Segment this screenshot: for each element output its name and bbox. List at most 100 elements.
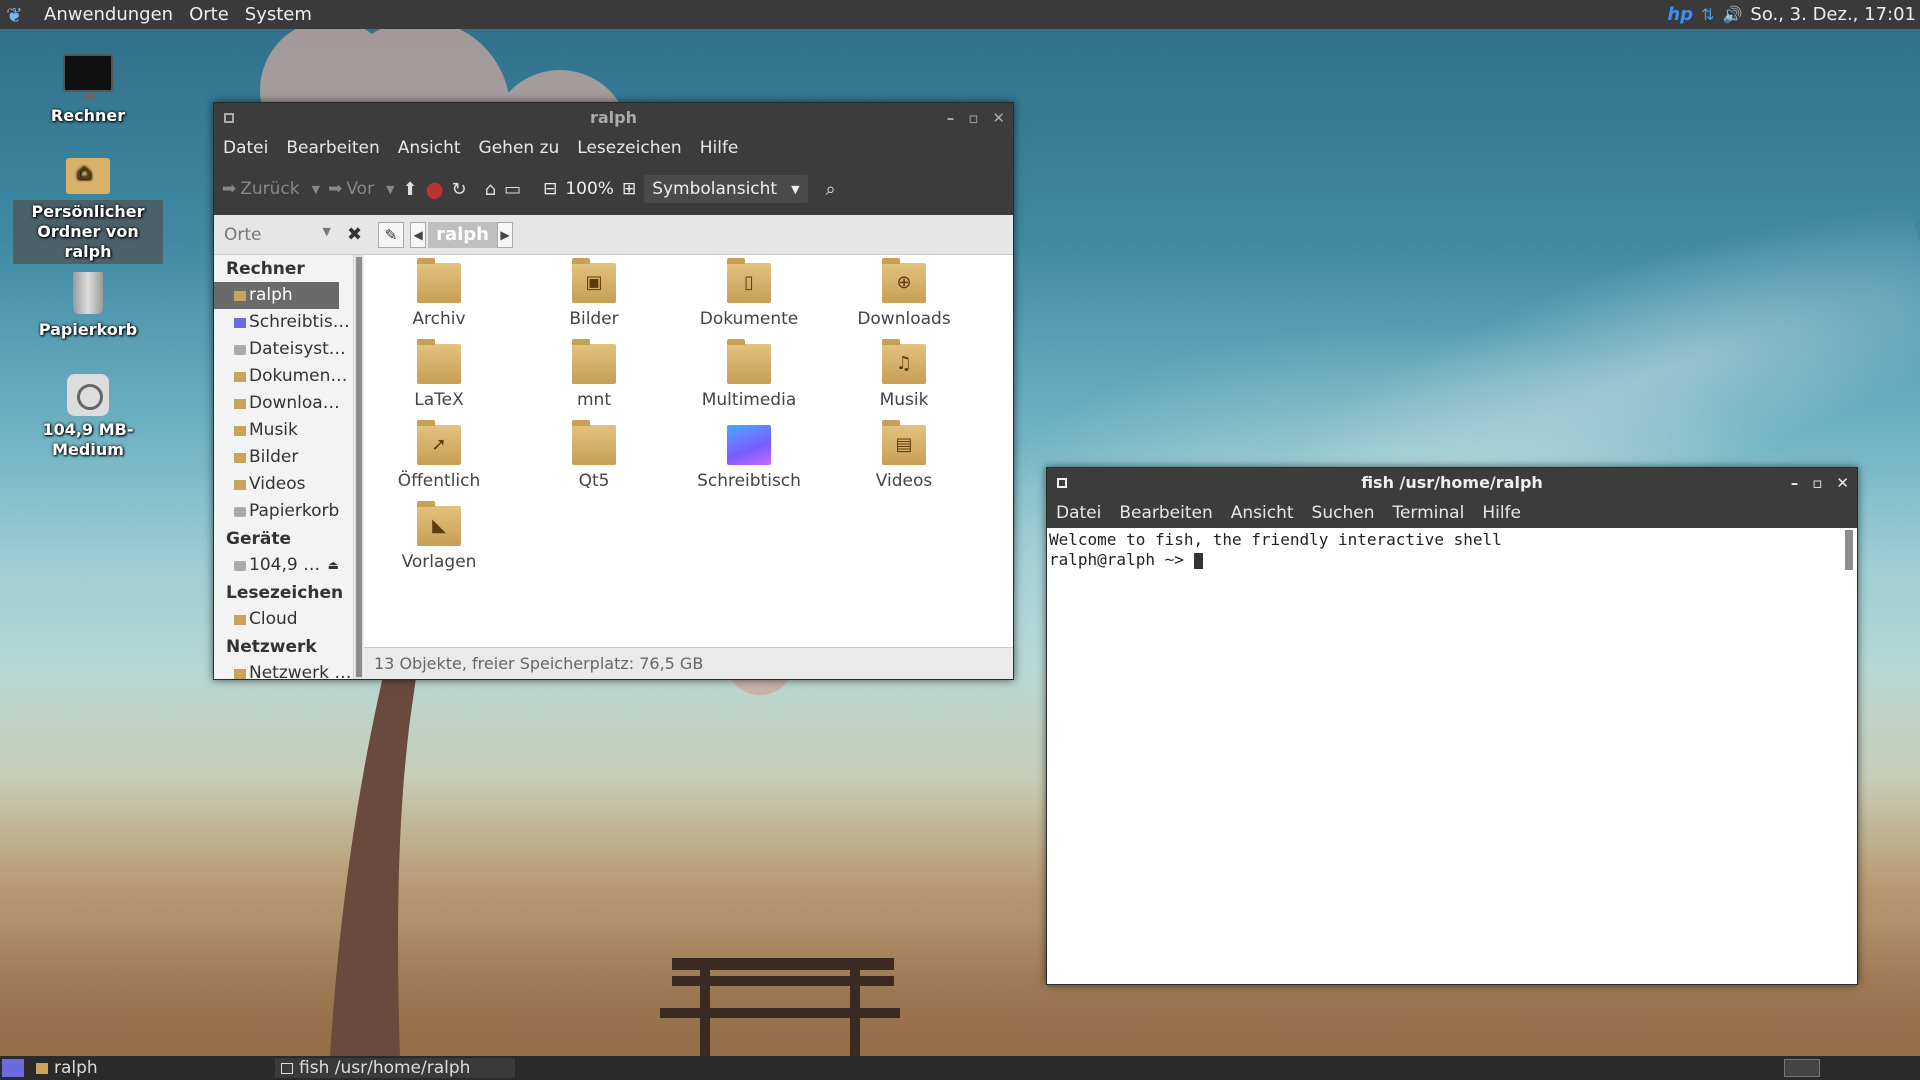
file-item[interactable]: ▯ Dokumente bbox=[674, 255, 824, 329]
file-item[interactable]: Multimedia bbox=[674, 336, 824, 410]
window-menu-icon[interactable] bbox=[1057, 478, 1067, 488]
file-item[interactable]: ▣ Bilder bbox=[519, 255, 669, 329]
sidebar-scrollbar[interactable] bbox=[355, 255, 363, 679]
desktop-icon-media[interactable]: 104,9 MB-Medium bbox=[13, 370, 163, 460]
menu-file[interactable]: Datei bbox=[1047, 503, 1110, 523]
breadcrumb-right-icon[interactable]: ▶ bbox=[497, 221, 513, 248]
close-icon[interactable]: ✕ bbox=[1836, 468, 1849, 498]
menu-go[interactable]: Gehen zu bbox=[470, 138, 569, 158]
up-arrow-icon[interactable]: ⬆ bbox=[403, 179, 418, 200]
taskbar-item-terminal[interactable]: fish /usr/home/ralph bbox=[275, 1058, 515, 1078]
menu-help[interactable]: Hilfe bbox=[691, 138, 748, 158]
show-desktop-icon[interactable] bbox=[2, 1059, 24, 1077]
terminal-output[interactable]: Welcome to fish, the friendly interactiv… bbox=[1047, 528, 1857, 984]
menu-edit[interactable]: Bearbeiten bbox=[1110, 503, 1221, 523]
back-arrow-icon: ➡ bbox=[222, 179, 237, 199]
sidebar-item-label: Downloa… bbox=[249, 393, 340, 413]
file-item[interactable]: ➚ Öffentlich bbox=[364, 417, 514, 491]
menu-edit[interactable]: Bearbeiten bbox=[277, 138, 388, 158]
file-item[interactable]: Archiv bbox=[364, 255, 514, 329]
menu-file[interactable]: Datei bbox=[214, 138, 277, 158]
minimize-icon[interactable]: – bbox=[1791, 468, 1799, 498]
terminal-titlebar[interactable]: fish /usr/home/ralph – ▫ ✕ bbox=[1047, 468, 1857, 498]
sidebar-item-downloads[interactable]: Downloa… bbox=[214, 390, 353, 417]
maximize-icon[interactable]: ▫ bbox=[1812, 468, 1822, 498]
scrollbar-thumb[interactable] bbox=[356, 257, 362, 677]
menu-system[interactable]: System bbox=[237, 4, 320, 25]
back-button[interactable]: ➡ Zurück ▼ bbox=[222, 179, 320, 199]
breadcrumb-left-icon[interactable]: ◀ bbox=[410, 221, 427, 248]
forward-button[interactable]: ➡ Vor ▼ bbox=[328, 179, 394, 199]
volume-icon[interactable]: 🔊 bbox=[1722, 5, 1742, 24]
status-bar: 13 Objekte, freier Speicherplatz: 76,5 G… bbox=[364, 647, 1013, 679]
file-item[interactable]: ▤ Videos bbox=[829, 417, 979, 491]
sidebar-item-filesystem[interactable]: Dateisyst… bbox=[214, 336, 353, 363]
zoom-level: 100% bbox=[565, 179, 614, 199]
sidebar-item-desktop[interactable]: Schreibtis… bbox=[214, 309, 353, 336]
computer-icon[interactable]: ▭ bbox=[504, 179, 521, 200]
sidebar-item-media[interactable]: 104,9 … ⏏ bbox=[214, 552, 353, 579]
stop-icon[interactable]: ⬤ bbox=[426, 180, 444, 199]
fm-titlebar[interactable]: ralph – ▫ ✕ bbox=[214, 103, 1013, 133]
zoom-out-icon[interactable]: ⊟ bbox=[543, 179, 557, 199]
forward-label: Vor bbox=[346, 179, 375, 199]
search-icon[interactable]: ⌕ bbox=[826, 179, 836, 200]
hp-tray-icon[interactable]: hp bbox=[1667, 4, 1693, 25]
maximize-icon[interactable]: ▫ bbox=[968, 103, 978, 133]
file-item[interactable]: ⊕ Downloads bbox=[829, 255, 979, 329]
fm-title: ralph bbox=[589, 108, 637, 127]
drive-icon bbox=[234, 344, 246, 355]
folder-icon bbox=[36, 1062, 48, 1074]
menu-applications[interactable]: Anwendungen bbox=[36, 4, 181, 25]
eject-icon[interactable]: ⏏ bbox=[328, 552, 339, 579]
workspace-switcher[interactable] bbox=[1784, 1059, 1820, 1077]
desktop-icon-trash[interactable]: Papierkorb bbox=[13, 268, 163, 340]
edit-location-icon[interactable]: ✎ bbox=[378, 221, 405, 248]
file-name: Archiv bbox=[412, 309, 466, 329]
file-item[interactable]: Schreibtisch bbox=[674, 417, 824, 491]
sidebar-item-pictures[interactable]: Bilder bbox=[214, 444, 353, 471]
close-icon[interactable]: ✕ bbox=[992, 103, 1005, 133]
terminal-title: fish /usr/home/ralph bbox=[1361, 473, 1543, 492]
file-item[interactable]: ◣ Vorlagen bbox=[364, 498, 514, 572]
file-item[interactable]: mnt bbox=[519, 336, 669, 410]
sidebar-item-ralph[interactable]: ralph bbox=[214, 282, 339, 309]
file-item[interactable]: Qt5 bbox=[519, 417, 669, 491]
network-icon[interactable]: ⇅ bbox=[1701, 5, 1714, 24]
menu-help[interactable]: Hilfe bbox=[1473, 503, 1530, 523]
desktop-icon-computer[interactable]: Rechner bbox=[13, 50, 163, 126]
sidebar-item-network[interactable]: Netzwerk … bbox=[214, 660, 353, 679]
menu-bookmarks[interactable]: Lesezeichen bbox=[568, 138, 690, 158]
feather-logo-icon[interactable]: ❦ bbox=[6, 4, 28, 26]
view-mode-select[interactable]: Symbolansicht ▼ bbox=[644, 175, 808, 203]
sidebar-item-documents[interactable]: Dokumen… bbox=[214, 363, 353, 390]
menu-view[interactable]: Ansicht bbox=[389, 138, 470, 158]
reload-icon[interactable]: ↻ bbox=[452, 179, 467, 200]
sidebar-item-videos[interactable]: Videos bbox=[214, 471, 353, 498]
menu-view[interactable]: Ansicht bbox=[1222, 503, 1303, 523]
file-item[interactable]: LaTeX bbox=[364, 336, 514, 410]
breadcrumb-ralph[interactable]: ralph bbox=[428, 221, 497, 248]
home-folder-icon bbox=[66, 158, 110, 194]
terminal-scrollbar[interactable] bbox=[1845, 530, 1853, 570]
zoom-in-icon[interactable]: ⊞ bbox=[622, 179, 636, 199]
home-icon[interactable]: ⌂ bbox=[485, 179, 496, 200]
sidebar-item-trash[interactable]: Papierkorb bbox=[214, 498, 353, 525]
taskbar-item-file-manager[interactable]: ralph bbox=[30, 1058, 275, 1078]
file-item[interactable]: ♫ Musik bbox=[829, 336, 979, 410]
sidebar-item-label: Videos bbox=[249, 474, 306, 494]
terminal-line: Welcome to fish, the friendly interactiv… bbox=[1049, 530, 1502, 549]
sidebar-item-label: Dateisyst… bbox=[249, 339, 346, 359]
sidebar-item-music[interactable]: Musik bbox=[214, 417, 353, 444]
menu-terminal[interactable]: Terminal bbox=[1383, 503, 1473, 523]
sidebar-item-cloud[interactable]: Cloud bbox=[214, 606, 353, 633]
minimize-icon[interactable]: – bbox=[947, 103, 955, 133]
close-sidebar-icon[interactable]: ✖ bbox=[339, 224, 370, 245]
file-name: Videos bbox=[875, 471, 933, 491]
window-menu-icon[interactable] bbox=[224, 113, 234, 123]
desktop-icon-home[interactable]: Persönlicher Ordner von ralph bbox=[13, 150, 163, 264]
menu-search[interactable]: Suchen bbox=[1303, 503, 1384, 523]
menu-places[interactable]: Orte bbox=[181, 4, 237, 25]
clock[interactable]: So., 3. Dez., 17:01 bbox=[1750, 4, 1916, 25]
places-select[interactable]: Orte ▼ bbox=[214, 225, 339, 245]
